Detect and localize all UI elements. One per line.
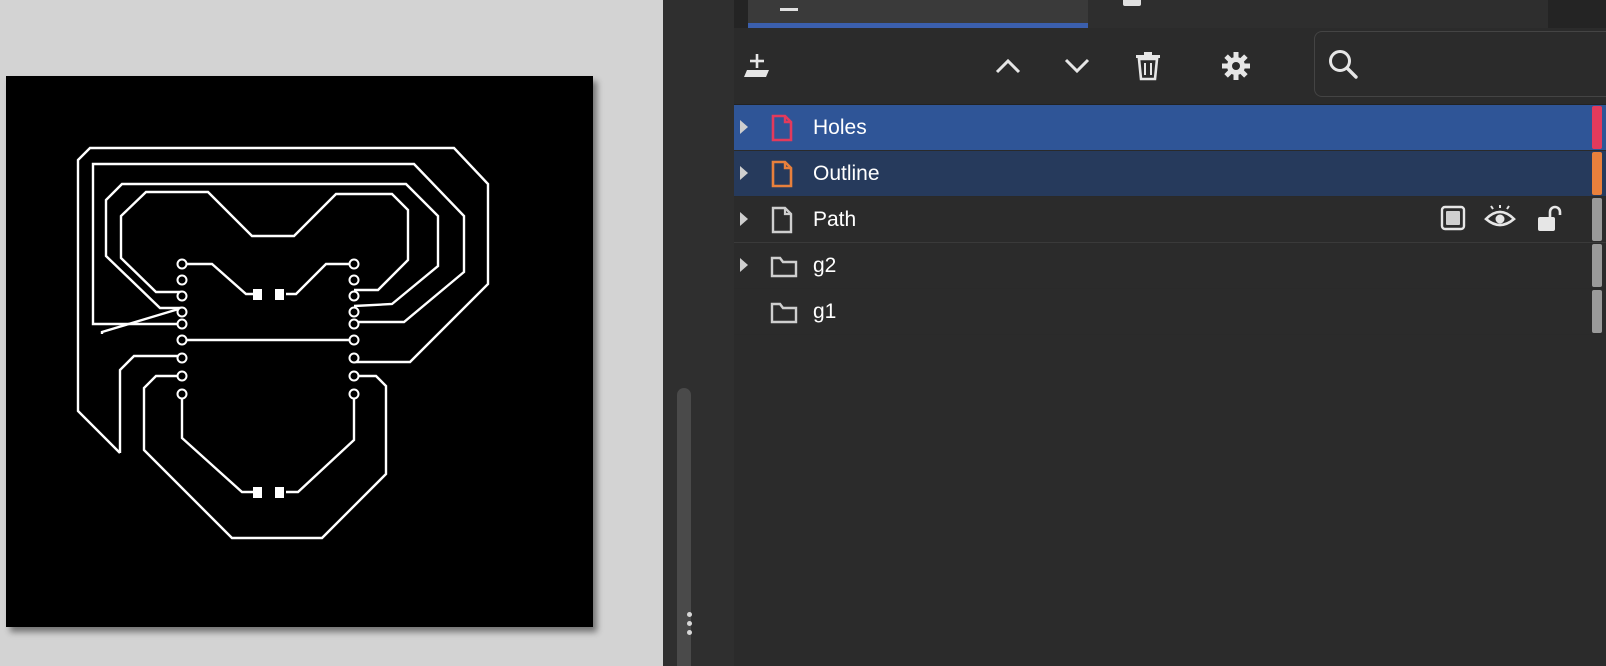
trace-lower-a: [118, 354, 182, 453]
artboard[interactable]: [6, 76, 593, 627]
layer-row-path[interactable]: Path: [734, 197, 1606, 243]
left-pins: [176, 258, 188, 400]
layer-label: Path: [813, 208, 857, 231]
trace-inner: [119, 190, 410, 294]
smd-pads: [253, 289, 284, 498]
pcb-drawing: [76, 146, 490, 540]
canvas-area[interactable]: [0, 0, 663, 666]
trace-third: [100, 306, 183, 334]
panel-splitter[interactable]: [663, 0, 735, 666]
checkbox-icon[interactable]: [1440, 205, 1466, 236]
group-label: g2: [813, 254, 837, 277]
group-label: g1: [813, 300, 837, 323]
folder-icon: [770, 256, 798, 278]
expand-arrow-icon[interactable]: [740, 212, 748, 226]
group-color-tag[interactable]: [1592, 290, 1602, 333]
layers-icon: [780, 0, 798, 11]
layer-icon: [771, 114, 793, 142]
folder-icon: [770, 302, 798, 324]
chevron-down-icon: [1064, 58, 1090, 74]
trash-icon: [1136, 52, 1160, 81]
trace-outer: [76, 146, 490, 454]
document-icon: [1123, 0, 1141, 6]
layer-label: Outline: [813, 162, 880, 185]
trace-third-b: [104, 182, 440, 310]
search-input[interactable]: [1367, 42, 1601, 88]
move-up-button[interactable]: [986, 44, 1030, 88]
drag-handle-icon[interactable]: [687, 612, 693, 638]
layers-toolbar: [734, 28, 1606, 105]
layer-icon: [771, 160, 793, 188]
tab-other-dialog[interactable]: [1088, 0, 1548, 28]
right-pins: [348, 258, 360, 400]
trace-top-left: [182, 262, 256, 296]
dialog-tab-bar: [734, 0, 1606, 28]
expand-arrow-icon[interactable]: [740, 166, 748, 180]
expand-arrow-icon[interactable]: [740, 258, 748, 272]
layer-color-tag[interactable]: [1592, 106, 1602, 149]
layer-icon: [771, 206, 793, 234]
layer-tree: Holes Outline Path g2 g1: [734, 105, 1606, 335]
chevron-up-icon: [995, 58, 1021, 74]
trace-bottom-right: [286, 394, 356, 494]
layer-row-holes[interactable]: Holes: [734, 105, 1606, 151]
group-color-tag[interactable]: [1592, 244, 1602, 287]
move-down-button[interactable]: [1055, 44, 1099, 88]
delete-button[interactable]: [1126, 44, 1170, 88]
layer-row-g2[interactable]: g2: [734, 243, 1606, 289]
layers-panel: Holes Outline Path g2 g1: [734, 0, 1606, 666]
trace-lower-b: [142, 374, 388, 540]
trace-bottom-left: [180, 394, 256, 494]
layer-color-tag[interactable]: [1592, 152, 1602, 195]
layer-color-tag[interactable]: [1592, 198, 1602, 241]
search-icon: [1329, 50, 1358, 79]
layer-row-outline[interactable]: Outline: [734, 151, 1606, 197]
row-tools: [1440, 205, 1570, 235]
layer-label: Holes: [813, 116, 867, 139]
add-layer-button[interactable]: [734, 44, 778, 88]
search-box[interactable]: [1314, 31, 1606, 97]
add-layer-icon: [744, 54, 769, 77]
expand-arrow-icon[interactable]: [740, 120, 748, 134]
eye-icon[interactable]: [1484, 205, 1516, 236]
trace-top-right: [286, 262, 354, 296]
gear-icon: [1222, 52, 1250, 80]
layer-row-g1[interactable]: g1: [734, 289, 1606, 335]
tab-layers-and-objects[interactable]: [748, 0, 1088, 28]
unlock-icon[interactable]: [1536, 205, 1562, 238]
settings-button[interactable]: [1214, 44, 1258, 88]
